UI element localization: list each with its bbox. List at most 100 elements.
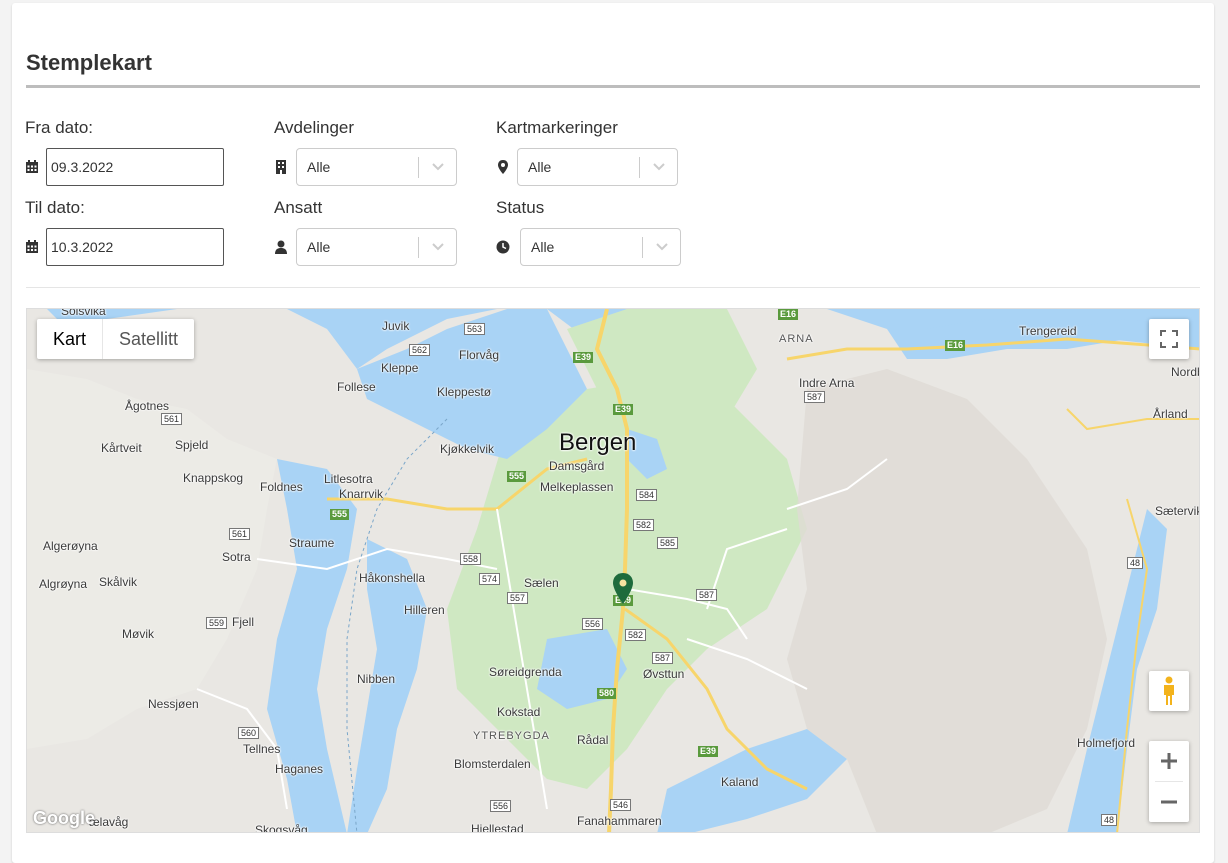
map-label: Sælen — [524, 576, 559, 590]
street-view-button[interactable] — [1149, 671, 1189, 711]
main-panel: Stemplekart Fra dato: 09.3.2022 Til dato… — [12, 3, 1214, 863]
chevron-down-icon — [653, 163, 665, 171]
chevron-down-icon — [656, 243, 668, 251]
departments-select-value: Alle — [307, 159, 331, 175]
road-shield: 584 — [636, 489, 658, 501]
zoom-in-button[interactable] — [1149, 741, 1189, 781]
zoom-out-button[interactable] — [1149, 782, 1189, 822]
map-label: Håkonshella — [359, 571, 426, 585]
employee-select[interactable]: Alle — [296, 228, 457, 266]
route-shield: E39 — [613, 404, 634, 415]
map-label: Algerøyna — [43, 539, 98, 553]
map-label: Møvik — [122, 627, 154, 641]
plus-icon — [1161, 753, 1177, 769]
road-shield: 557 — [507, 592, 529, 604]
road-shield: 587 — [652, 652, 674, 664]
from-date-input[interactable]: 09.3.2022 — [46, 148, 224, 186]
map-label: Sotra — [222, 550, 251, 564]
map-label: Nibben — [357, 672, 396, 686]
select-separator — [642, 237, 643, 258]
map-label: Rådal — [577, 733, 609, 747]
map-label: Kleppestø — [437, 385, 492, 399]
calendar-icon — [26, 240, 38, 253]
from-date-label: Fra dato: — [25, 118, 94, 137]
building-icon — [276, 160, 286, 174]
road-shield: 556 — [582, 618, 604, 630]
map-label: Algrøyna — [39, 577, 88, 591]
select-separator — [639, 157, 640, 178]
map-label: Florvåg — [459, 348, 500, 362]
map-label: Årland — [1153, 407, 1188, 421]
map-label: Solsvika — [61, 308, 106, 318]
map-label: Kleppe — [381, 361, 419, 375]
chevron-down-icon — [432, 163, 444, 171]
fullscreen-button[interactable] — [1149, 319, 1189, 359]
road-shield: 556 — [490, 800, 512, 812]
pegman-icon — [1164, 676, 1174, 705]
map-label: Skålvik — [99, 575, 138, 589]
map-label: Holmefjord — [1077, 736, 1136, 750]
map-label: Øvsttun — [643, 667, 685, 681]
departments-label: Avdelinger — [274, 118, 355, 137]
road-shield: 562 — [409, 344, 431, 356]
map-label: Nessjøen — [148, 697, 199, 711]
map-label: Haganes — [275, 762, 324, 776]
map-label: YTREBYGDA — [473, 730, 550, 742]
map-type-map-button[interactable]: Kart — [37, 319, 102, 359]
map-label: Trengereid — [1019, 324, 1077, 338]
map-label: Litlesotra — [324, 472, 373, 486]
road-shield: 563 — [464, 323, 486, 335]
user-icon — [275, 240, 287, 254]
select-separator — [418, 237, 419, 258]
road-shield: 585 — [657, 537, 679, 549]
status-label: Status — [496, 198, 545, 217]
map-label: Foldnes — [260, 480, 303, 494]
clock-icon — [496, 240, 510, 254]
to-date-input[interactable]: 10.3.2022 — [46, 228, 224, 266]
minus-icon — [1161, 800, 1177, 804]
google-logo[interactable]: Google — [33, 808, 95, 829]
map-label: Spjeld — [175, 438, 209, 452]
to-date-label: Til dato: — [25, 198, 85, 217]
map-type-satellite-button[interactable]: Satellitt — [102, 319, 194, 359]
map-label: Nordb — [1171, 365, 1199, 379]
map-markers-label: Kartmarkeringer — [496, 118, 618, 137]
route-shield: 580 — [597, 688, 617, 699]
map-label: Knarrvik — [339, 487, 384, 501]
title-divider — [26, 85, 1200, 88]
map-label: Damsgård — [549, 459, 605, 473]
road-shield: 582 — [625, 629, 647, 641]
road-shield: 48 — [1101, 814, 1118, 826]
map-label: Kårtveit — [101, 441, 142, 455]
section-divider — [26, 287, 1200, 288]
road-shield: 582 — [633, 519, 655, 531]
map-label: Skogsvåg — [255, 823, 308, 833]
road-shield: 558 — [460, 553, 482, 565]
map-markers-select-value: Alle — [528, 159, 552, 175]
map-label: Kokstad — [497, 705, 541, 719]
map-pin-icon[interactable] — [612, 573, 634, 605]
road-shield: 587 — [804, 391, 826, 403]
map-label: Fjell — [232, 615, 255, 629]
map-label: Tellnes — [243, 742, 281, 756]
route-shield: 555 — [507, 471, 527, 482]
map-label: Follese — [337, 380, 376, 394]
map-label: Hilleren — [404, 603, 445, 617]
map-markers-select[interactable]: Alle — [517, 148, 678, 186]
fullscreen-icon — [1160, 330, 1178, 348]
map-label: Ågotnes — [125, 399, 170, 413]
employee-label: Ansatt — [274, 198, 323, 217]
employee-select-value: Alle — [307, 239, 331, 255]
road-shield: 560 — [238, 727, 260, 739]
status-select[interactable]: Alle — [520, 228, 681, 266]
departments-select[interactable]: Alle — [296, 148, 457, 186]
map-label: ARNA — [779, 333, 814, 345]
map-label: Sætervik — [1155, 504, 1200, 518]
route-shield: 555 — [330, 509, 350, 520]
map-label: Juvik — [382, 319, 410, 333]
map-canvas[interactable]: Solsvika Juvik Florvåg Kleppe Follese Kl… — [26, 308, 1200, 833]
map-label: Melkeplassen — [540, 480, 614, 494]
calendar-icon — [26, 160, 38, 173]
route-shield: E39 — [698, 746, 719, 757]
route-shield: E16 — [945, 340, 966, 351]
